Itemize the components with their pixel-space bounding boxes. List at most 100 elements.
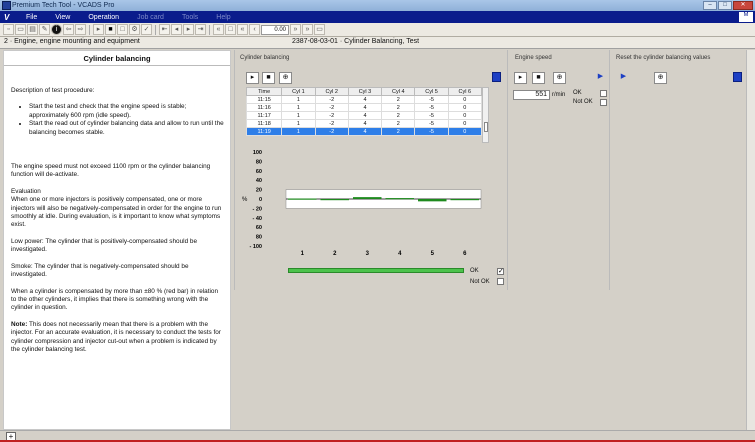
table-row[interactable]: 11:18 1 -2 4 2 -5 0 bbox=[245, 119, 483, 128]
breadcrumb-section[interactable]: 2 · Engine, engine mounting and equipmen… bbox=[4, 38, 140, 45]
column-header[interactable]: Cyl 6 bbox=[447, 87, 483, 96]
table-header-row: Time Cyl 1 Cyl 2 Cyl 3 Cyl 4 Cyl 5 Cyl 6 bbox=[245, 87, 483, 96]
check-icon[interactable]: ✓ bbox=[141, 24, 152, 35]
stop-button[interactable]: ■ bbox=[262, 72, 275, 84]
y-tick-label: - 20 bbox=[253, 206, 262, 212]
procedure-list: Start the test and check that the engine… bbox=[19, 103, 225, 137]
note-text: Note: This does not necessarily mean tha… bbox=[11, 321, 225, 355]
table-cell: -2 bbox=[314, 127, 349, 136]
readout-button[interactable]: ⊕ bbox=[279, 72, 292, 84]
last-icon[interactable]: ⇥ bbox=[195, 24, 206, 35]
speed-readout-button[interactable]: ⊕ bbox=[553, 72, 566, 84]
y-tick-label: - 40 bbox=[253, 216, 262, 222]
x-tick-label: 5 bbox=[431, 251, 435, 257]
x-tick-label: 2 bbox=[333, 251, 337, 257]
table-cell: 1 bbox=[281, 127, 316, 136]
table-cell: 2 bbox=[381, 111, 416, 120]
column-header[interactable]: Cyl 2 bbox=[314, 87, 349, 96]
table-cell: 0 bbox=[447, 119, 483, 128]
new-icon[interactable]: ▫ bbox=[3, 24, 14, 35]
toolbar-separator bbox=[209, 24, 210, 35]
chart-bar bbox=[450, 199, 479, 201]
menu-operation[interactable]: Operation bbox=[88, 14, 119, 21]
menu-bar: V File View Operation Job card Tools Hel… bbox=[0, 11, 755, 23]
balance-chart-svg: 100 80 60 40 20 0 - 20 - 40 60 80 - 100% 1 2 3 4 5 6 bbox=[242, 150, 482, 257]
result-not-ok-checkbox[interactable] bbox=[497, 278, 504, 285]
chart-bar bbox=[353, 197, 382, 199]
column-header[interactable]: Cyl 5 bbox=[414, 87, 449, 96]
note-label: Note: bbox=[11, 320, 28, 328]
column-header[interactable]: Cyl 3 bbox=[347, 87, 383, 96]
cylinder-table: Time Cyl 1 Cyl 2 Cyl 3 Cyl 4 Cyl 5 Cyl 6 11:15… bbox=[245, 87, 483, 136]
title-bar: Premium Tech Tool - VCADS Pro – □ ✕ bbox=[0, 0, 755, 11]
smoke-text: Smoke: The cylinder that is negatively-c… bbox=[11, 262, 189, 279]
table-scrollbar[interactable] bbox=[482, 87, 489, 143]
forward-icon[interactable]: ⇨ bbox=[75, 24, 86, 35]
next-icon[interactable]: ▸ bbox=[183, 24, 194, 35]
rewind-icon[interactable]: « bbox=[213, 24, 224, 35]
minimize-button[interactable]: – bbox=[703, 1, 717, 10]
speed-not-ok-checkbox[interactable] bbox=[600, 99, 607, 106]
menu-file[interactable]: File bbox=[26, 14, 37, 21]
rec-icon[interactable]: □ bbox=[225, 24, 236, 35]
menu-view[interactable]: View bbox=[55, 14, 70, 21]
speed-stop-button[interactable]: ■ bbox=[532, 72, 545, 84]
close-button[interactable]: ✕ bbox=[733, 1, 753, 10]
table-cell: 4 bbox=[347, 103, 383, 112]
first-icon[interactable]: ⇤ bbox=[159, 24, 170, 35]
table-cell: 1 bbox=[281, 119, 316, 128]
procedure-step: Start the read out of cylinder balancing… bbox=[29, 120, 225, 137]
window-scrollbar[interactable] bbox=[746, 50, 755, 430]
table-row[interactable]: 11:17 1 -2 4 2 -5 0 bbox=[245, 111, 483, 120]
open-icon[interactable]: ▭ bbox=[15, 24, 26, 35]
step-fwd-icon[interactable]: ‹ bbox=[249, 24, 260, 35]
reset-button[interactable]: ⊕ bbox=[654, 72, 667, 84]
info-icon[interactable]: i bbox=[51, 24, 62, 35]
y-axis-label: % bbox=[242, 197, 248, 203]
chart-bar bbox=[320, 199, 349, 201]
print-icon[interactable]: ▤ bbox=[27, 24, 38, 35]
edit-icon[interactable]: ✎ bbox=[39, 24, 50, 35]
table-row[interactable]: 11:15 1 -2 4 2 -5 0 bbox=[245, 95, 483, 104]
reset-values-label: Reset the cylinder balancing values bbox=[616, 55, 711, 61]
start-button[interactable]: ▸ bbox=[246, 72, 259, 84]
column-header[interactable]: Cyl 4 bbox=[381, 87, 416, 96]
step-back-icon[interactable]: « bbox=[237, 24, 248, 35]
table-cell: -5 bbox=[414, 111, 449, 120]
menu-job-card[interactable]: Job card bbox=[137, 14, 164, 21]
menu-tools[interactable]: Tools bbox=[182, 14, 198, 21]
play-icon[interactable]: ▸ bbox=[93, 24, 104, 35]
instructions-title: Cylinder balancing bbox=[4, 54, 230, 66]
y-tick-label: - 100 bbox=[249, 244, 262, 250]
cylinder-balancing-label: Cylinder balancing bbox=[240, 55, 290, 61]
result-ok-checkbox[interactable]: ✓ bbox=[497, 268, 504, 275]
menu-help[interactable]: Help bbox=[216, 14, 230, 21]
speed-start-button[interactable]: ▸ bbox=[514, 72, 527, 84]
reset-arrow-icon[interactable]: ▶ bbox=[617, 72, 630, 84]
table-row[interactable]: 11:16 1 -2 4 2 -5 0 bbox=[245, 103, 483, 112]
speed-ok-checkbox[interactable] bbox=[600, 90, 607, 97]
table-cell: 11:19 bbox=[245, 127, 283, 136]
end-icon[interactable]: » bbox=[302, 24, 313, 35]
column-header[interactable]: Cyl 1 bbox=[281, 87, 316, 96]
table-cell: 11:16 bbox=[245, 103, 283, 112]
prev-icon[interactable]: ◂ bbox=[171, 24, 182, 35]
speed-arrow-icon[interactable]: ▶ bbox=[594, 72, 607, 84]
frame-icon[interactable]: □ bbox=[117, 24, 128, 35]
ff-icon[interactable]: » bbox=[290, 24, 301, 35]
table-row[interactable]: 11:19 1 -2 4 2 -5 0 bbox=[245, 127, 483, 136]
app-icon bbox=[2, 1, 11, 10]
y-tick-label: 60 bbox=[256, 225, 262, 231]
menu-right-icon[interactable]: M bbox=[739, 12, 753, 22]
scroll-thumb[interactable] bbox=[484, 122, 488, 132]
table-cell: -5 bbox=[414, 127, 449, 136]
stop-icon[interactable]: ■ bbox=[105, 24, 116, 35]
maximize-button[interactable]: □ bbox=[718, 1, 732, 10]
procedure-step: Start the test and check that the engine… bbox=[29, 103, 225, 120]
time-input[interactable]: 0.00 bbox=[261, 24, 289, 35]
back-icon[interactable]: ⇦ bbox=[63, 24, 74, 35]
column-header[interactable]: Time bbox=[245, 87, 283, 96]
settings-icon[interactable]: ⚙ bbox=[129, 24, 140, 35]
toggle-icon[interactable]: ▭ bbox=[314, 24, 325, 35]
evaluation-text: When one or more injectors is positively… bbox=[11, 196, 222, 229]
